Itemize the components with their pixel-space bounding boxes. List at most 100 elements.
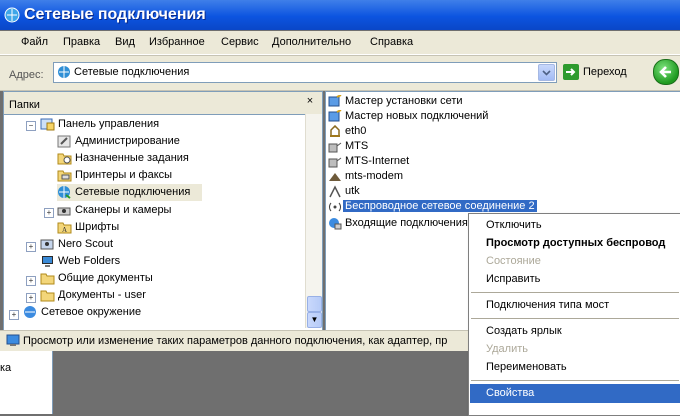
menu-item-view-wireless-networks[interactable]: Просмотр доступных беспровод: [470, 234, 680, 253]
context-menu: Отключить Просмотр доступных беспровод С…: [468, 213, 680, 416]
web-folders-icon: [40, 254, 55, 268]
folder-icon: [40, 288, 55, 302]
window-title: Сетевые подключения: [24, 6, 206, 23]
tree-item-label: Принтеры и факсы: [75, 169, 173, 181]
menu-item-label: Удалить: [486, 343, 528, 355]
menu-item-rename[interactable]: Переименовать: [470, 358, 680, 377]
network-connections-icon: [58, 66, 70, 78]
address-value: Сетевые подключения: [74, 66, 190, 78]
background-window: ка: [0, 351, 53, 414]
menu-item-repair[interactable]: Исправить: [470, 270, 680, 289]
address-label: Адрес:: [9, 69, 44, 81]
folders-scrollbar[interactable]: ▼: [305, 114, 322, 328]
menu-favorites[interactable]: Избранное: [149, 36, 205, 48]
tree-expander[interactable]: +: [26, 242, 36, 252]
incoming-connection-icon: [328, 217, 342, 230]
menu-bar: Файл Правка Вид Избранное Сервис Дополни…: [0, 31, 680, 55]
list-item-label: MTS: [345, 140, 369, 152]
folder-icon: [40, 271, 55, 285]
scanner-camera-icon: [57, 203, 72, 217]
network-neighborhood-icon: [23, 305, 38, 319]
admin-tools-icon: [57, 134, 72, 148]
address-dropdown-button[interactable]: [538, 64, 555, 81]
scheduled-tasks-icon: [57, 151, 72, 165]
folders-pane-close-button[interactable]: ×: [304, 95, 316, 107]
menu-item-label: Свойства: [486, 387, 535, 399]
list-item-label: mts-modem: [345, 170, 404, 182]
tree-expander[interactable]: +: [26, 276, 36, 286]
tree-expander[interactable]: +: [9, 310, 19, 320]
menu-help[interactable]: Справка: [370, 36, 413, 48]
tree-item-label: Сетевое окружение: [41, 306, 142, 318]
menu-tools[interactable]: Сервис: [221, 36, 259, 48]
folders-pane-title: Папки: [9, 99, 40, 111]
printer-icon: [57, 168, 72, 182]
menu-view[interactable]: Вид: [115, 36, 135, 48]
tree-item-label: Сетевые подключения: [75, 186, 191, 198]
chevron-down-icon: [542, 70, 551, 76]
network-connection-icon: [6, 334, 20, 347]
list-item-label: Беспроводное сетевое соединение 2: [343, 200, 537, 212]
menu-file[interactable]: Файл: [21, 36, 48, 48]
tree-item-label: Администрирование: [75, 135, 180, 147]
list-item-label: eth0: [345, 125, 367, 137]
menu-advanced[interactable]: Дополнительно: [272, 36, 351, 48]
menu-item-delete: Удалить: [470, 340, 680, 359]
tree-item-label: Панель управления: [58, 118, 160, 130]
background-window-text: ка: [0, 362, 12, 374]
back-button[interactable]: [653, 59, 679, 85]
list-item-label: Входящие подключения: [345, 217, 468, 229]
menu-item-bridge-connections[interactable]: Подключения типа мост: [470, 296, 680, 315]
menu-separator: [471, 380, 679, 381]
menu-edit[interactable]: Правка: [63, 36, 100, 48]
dialup-connection-icon: [328, 140, 342, 153]
tree-item-label: Web Folders: [58, 255, 121, 267]
tree-item-label: Назначенные задания: [75, 152, 189, 164]
wireless-icon: [328, 200, 342, 213]
menu-separator: [471, 292, 679, 293]
tree-item-label: Сканеры и камеры: [75, 204, 172, 216]
menu-item-properties[interactable]: Свойства: [470, 384, 680, 403]
menu-item-label: Состояние: [486, 255, 541, 267]
wizard-icon: [328, 94, 342, 108]
back-arrow-icon: [659, 66, 671, 78]
title-bar[interactable]: Сетевые подключения: [0, 0, 680, 30]
dialup-connection-icon: [328, 185, 342, 198]
list-item-label: Мастер установки сети: [345, 95, 463, 107]
menu-item-label: Просмотр доступных беспровод: [486, 237, 666, 249]
fonts-folder-icon: A: [57, 220, 72, 234]
menu-separator: [471, 318, 679, 319]
nero-scout-icon: [40, 237, 55, 251]
folders-pane-header: Папки: [3, 91, 323, 115]
list-item-label: MTS-Internet: [345, 155, 410, 167]
network-connections-icon: [4, 7, 20, 23]
tree-item-network-connections[interactable]: Сетевые подключения: [57, 184, 202, 201]
go-arrow-icon: [563, 64, 579, 80]
vpn-connection-icon: [328, 124, 342, 138]
tree-item-label: Nero Scout: [58, 238, 114, 250]
menu-item-label: Создать ярлык: [486, 325, 562, 337]
menu-item-label: Подключения типа мост: [486, 299, 610, 311]
tree-expander[interactable]: +: [44, 208, 54, 218]
modem-connection-icon: [328, 170, 342, 183]
go-label: Переход: [583, 66, 627, 78]
address-input[interactable]: Сетевые подключения: [53, 62, 557, 83]
wizard-icon: [328, 109, 342, 123]
status-text: Просмотр или изменение таких параметров …: [23, 335, 448, 347]
scroll-down-button[interactable]: ▼: [307, 312, 322, 328]
tree-expander[interactable]: +: [26, 293, 36, 303]
tree-expander[interactable]: −: [26, 121, 36, 131]
menu-item-label: Исправить: [486, 273, 541, 285]
list-item-label: Мастер новых подключений: [345, 110, 489, 122]
menu-item-create-shortcut[interactable]: Создать ярлык: [470, 322, 680, 341]
scrollbar-thumb[interactable]: [307, 296, 322, 312]
control-panel-icon: [40, 117, 55, 131]
menu-item-disconnect[interactable]: Отключить: [470, 216, 680, 235]
tree-item-label: Шрифты: [75, 221, 120, 233]
network-connections-icon: [57, 185, 72, 199]
tree-item-label: Общие документы: [58, 272, 153, 284]
svg-text:A: A: [62, 226, 67, 234]
menu-item-label: Отключить: [486, 219, 542, 231]
list-item-label: utk: [345, 185, 360, 197]
go-button[interactable]: Переход: [561, 62, 633, 82]
